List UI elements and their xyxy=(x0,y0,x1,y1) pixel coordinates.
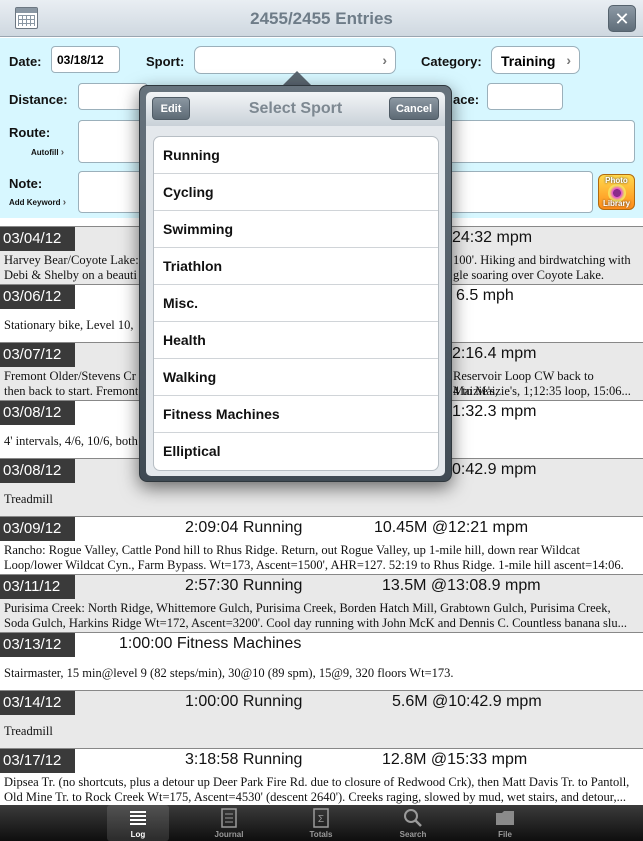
entry-duration-sport: 3:18:58 Running xyxy=(185,751,303,768)
totals-icon: Σ xyxy=(313,808,329,828)
sport-item-running[interactable]: Running xyxy=(154,137,438,174)
select-sport-popover: Edit Select Sport Cancel Running Cycling… xyxy=(139,85,452,482)
photo-library-label-line1: Photo xyxy=(605,176,628,185)
pace-field[interactable] xyxy=(487,83,563,110)
close-button[interactable]: ✕ xyxy=(608,5,636,32)
sport-item-elliptical[interactable]: Elliptical xyxy=(154,433,438,470)
title-bar: 2455/2455 Entries ✕ xyxy=(0,0,643,37)
sport-item-triathlon[interactable]: Triathlon xyxy=(154,248,438,285)
entry-date: 03/08/12 xyxy=(0,459,75,483)
entry-description: Dipsea Tr. (no shortcuts, plus a detour … xyxy=(4,775,630,804)
add-keyword-button[interactable]: Add Keyword › xyxy=(9,197,66,208)
entry-description: Treadmill xyxy=(4,724,53,738)
entry-distance: 5.6M @10:42.9 mpm xyxy=(392,693,542,710)
distance-label: Distance: xyxy=(9,92,68,107)
note-label: Note: xyxy=(9,176,43,191)
entry-distance: 10.45M @12:21 mpm xyxy=(374,519,529,536)
tab-label: Search xyxy=(399,830,427,839)
table-row[interactable]: 03/14/12 1:00:00 Running 5.6M @10:42.9 m… xyxy=(0,690,643,748)
popover-header: Edit Select Sport Cancel xyxy=(146,92,445,126)
entry-description: Treadmill xyxy=(4,492,53,506)
folder-icon xyxy=(496,811,514,825)
entry-date: 03/11/12 xyxy=(0,575,75,599)
search-icon xyxy=(404,809,422,827)
category-label: Category: xyxy=(421,54,482,69)
distance-field[interactable] xyxy=(78,83,148,110)
entry-date: 03/07/12 xyxy=(0,343,75,367)
entry-date: 03/14/12 xyxy=(0,691,75,715)
table-row[interactable]: 03/17/12 3:18:58 Running 12.8M @15:33 mp… xyxy=(0,748,643,805)
tab-label: Journal xyxy=(214,830,244,839)
date-field[interactable]: 03/18/12 xyxy=(51,46,120,73)
add-keyword-label: Add Keyword xyxy=(9,198,61,207)
entry-distance: 6.5 mph xyxy=(456,287,514,304)
entry-date: 03/09/12 xyxy=(0,517,75,541)
journal-icon xyxy=(221,808,237,828)
page-title: 2455/2455 Entries xyxy=(250,9,393,28)
tab-log[interactable]: Log xyxy=(107,805,169,841)
popover-body: Running Cycling Swimming Triathlon Misc.… xyxy=(146,126,445,476)
entry-distance: 2:16.4 mpm xyxy=(452,345,537,362)
chevron-right-icon: › xyxy=(566,52,571,68)
tab-label: Totals xyxy=(309,830,333,839)
entry-duration-sport: 1:00:00 Running xyxy=(185,693,303,710)
popover-arrow xyxy=(282,71,312,86)
entry-date: 03/08/12 xyxy=(0,401,75,425)
entry-description: Purisima Creek: North Ridge, Whittemore … xyxy=(4,601,628,630)
entry-distance: 1:32.3 mpm xyxy=(452,403,537,420)
entry-duration-sport: 1:00:00 Fitness Machines xyxy=(119,635,302,652)
entry-distance: 12.8M @15:33 mpm xyxy=(382,751,528,768)
entry-duration-sport: 2:57:30 Running xyxy=(185,577,303,594)
sport-selector[interactable]: › xyxy=(194,46,396,74)
chevron-right-icon: › xyxy=(62,197,67,208)
tab-label: File xyxy=(498,830,512,839)
photo-library-button[interactable]: Photo Library xyxy=(598,174,635,210)
entry-date: 03/04/12 xyxy=(0,227,75,251)
category-selector[interactable]: Training › xyxy=(491,46,580,74)
sport-item-health[interactable]: Health xyxy=(154,322,438,359)
tab-file[interactable]: File xyxy=(474,805,536,841)
autofill-button[interactable]: Autofill › xyxy=(31,147,64,158)
entry-date: 03/06/12 xyxy=(0,285,75,309)
table-row[interactable]: 03/11/12 2:57:30 Running 13.5M @13:08.9 … xyxy=(0,574,643,632)
sport-list: Running Cycling Swimming Triathlon Misc.… xyxy=(153,136,439,471)
tab-journal[interactable]: Journal xyxy=(198,805,260,841)
entry-distance: 24:32 mpm xyxy=(452,229,533,246)
sport-item-swimming[interactable]: Swimming xyxy=(154,211,438,248)
entry-duration-sport: 2:09:04 Running xyxy=(185,519,303,536)
tab-bar: Log Journal Σ Totals Search File xyxy=(0,805,643,841)
tab-search[interactable]: Search xyxy=(382,805,444,841)
sport-item-misc[interactable]: Misc. xyxy=(154,285,438,322)
entry-distance: 13.5M @13:08.9 mpm xyxy=(382,577,541,594)
chevron-right-icon: › xyxy=(60,147,65,158)
entry-distance: 0:42.9 mpm xyxy=(452,461,537,478)
date-label: Date: xyxy=(9,54,42,69)
photo-library-label-line2: Library xyxy=(602,199,631,208)
category-value: Training xyxy=(501,53,556,69)
sport-item-fitness-machines[interactable]: Fitness Machines xyxy=(154,396,438,433)
tab-totals[interactable]: Σ Totals xyxy=(290,805,352,841)
list-icon xyxy=(130,811,146,825)
tab-label: Log xyxy=(130,830,146,839)
route-label: Route: xyxy=(9,125,51,140)
autofill-label: Autofill xyxy=(31,148,59,157)
pace-label: ace: xyxy=(453,92,480,107)
cancel-button[interactable]: Cancel xyxy=(389,97,439,120)
sport-item-cycling[interactable]: Cycling xyxy=(154,174,438,211)
entry-description: Rancho: Rogue Valley, Cattle Pond hill t… xyxy=(4,543,624,572)
sport-item-walking[interactable]: Walking xyxy=(154,359,438,396)
sport-label: Sport: xyxy=(146,54,185,69)
chevron-right-icon: › xyxy=(382,52,387,68)
table-row[interactable]: 03/13/12 1:00:00 Fitness Machines Stairm… xyxy=(0,632,643,690)
entry-date: 03/17/12 xyxy=(0,749,75,773)
entry-date: 03/13/12 xyxy=(0,633,75,657)
table-row[interactable]: 03/09/12 2:09:04 Running 10.45M @12:21 m… xyxy=(0,516,643,574)
entry-description: Stairmaster, 15 min@level 9 (82 steps/mi… xyxy=(4,666,454,680)
svg-text:Σ: Σ xyxy=(318,814,324,825)
